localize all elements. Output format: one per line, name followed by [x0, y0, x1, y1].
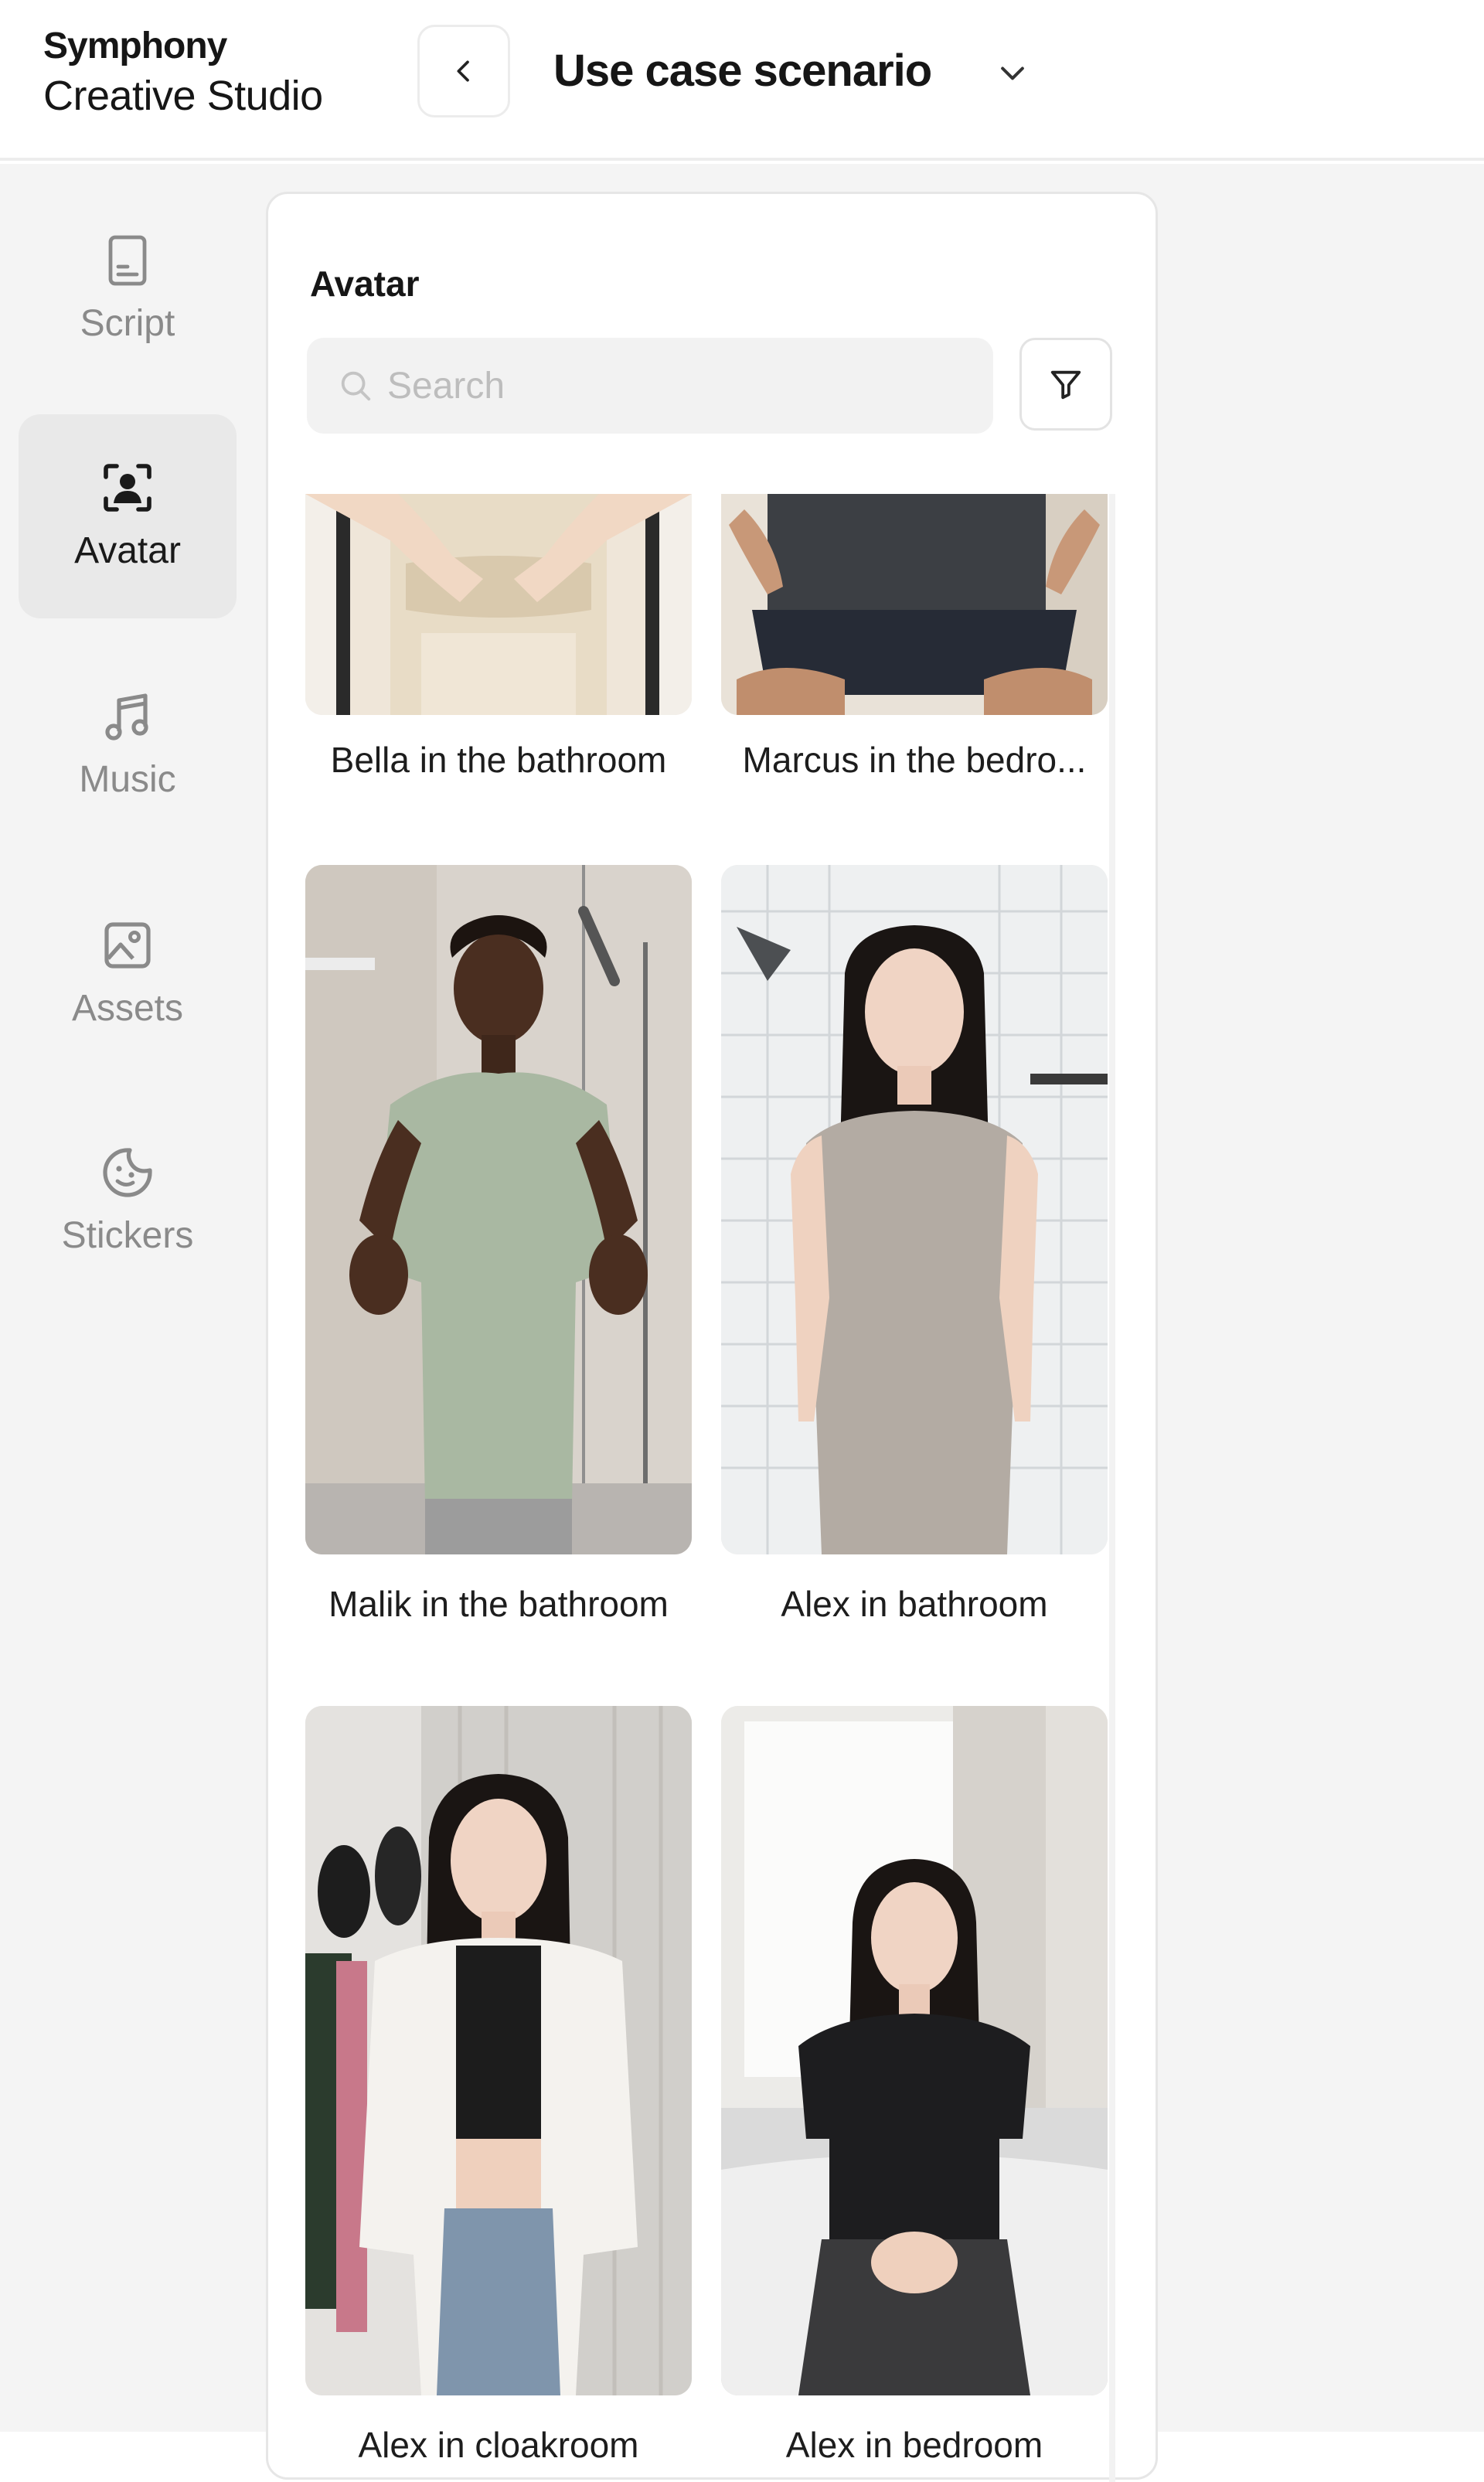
brand-subtitle: Creative Studio: [43, 73, 323, 119]
avatar-card-marcus-bedroom[interactable]: Marcus in the bedro...: [721, 494, 1108, 803]
filter-button[interactable]: [1019, 338, 1112, 431]
sidebar-item-label: Music: [79, 759, 176, 800]
avatar-thumbnail: [305, 865, 692, 1554]
avatar-card-malik-bathroom[interactable]: Malik in the bathroom: [305, 865, 692, 1638]
grid-scrollbar[interactable]: [1109, 494, 1115, 2482]
chevron-down-icon: [1001, 66, 1024, 80]
sidebar-nav: Script Avatar Music Assets Stickers: [0, 164, 255, 2432]
search-box[interactable]: [307, 338, 993, 434]
brand-name: Symphony: [43, 26, 227, 66]
scenario-dropdown-button[interactable]: [989, 49, 1036, 96]
panel-title: Avatar: [310, 264, 420, 304]
sidebar-item-script[interactable]: Script: [19, 187, 237, 391]
brand-logo: Symphony Creative Studio: [43, 22, 323, 121]
avatar-card-alex-bathroom[interactable]: Alex in bathroom: [721, 865, 1108, 1638]
avatar-panel: Avatar Search Bella in the bathroom Marc…: [266, 192, 1158, 2482]
avatar-label: Alex in cloakroom: [358, 2425, 639, 2465]
sidebar-item-label: Script: [80, 303, 175, 344]
avatar-label: Marcus in the bedro...: [742, 740, 1087, 780]
avatar-thumbnail: [721, 494, 1108, 715]
sidebar-item-stickers[interactable]: Stickers: [19, 1099, 237, 1303]
sticker-smile-icon: [100, 1145, 155, 1200]
avatar-label: Alex in bathroom: [781, 1584, 1048, 1624]
avatar-card-alex-bedroom[interactable]: Alex in bedroom: [721, 1706, 1108, 2479]
avatar-card-alex-cloakroom[interactable]: Alex in cloakroom: [305, 1706, 692, 2479]
filter-icon: [1050, 370, 1081, 400]
avatar-thumbnail: [305, 1706, 692, 2395]
search-input[interactable]: [387, 364, 975, 407]
avatar-thumbnail: [721, 1706, 1108, 2395]
sidebar-item-label: Avatar: [74, 530, 181, 571]
scenario-title[interactable]: Use case scenario: [553, 40, 932, 102]
avatar-label: Malik in the bathroom: [328, 1584, 669, 1624]
sidebar-item-assets[interactable]: Assets: [19, 872, 237, 1076]
sidebar-item-music[interactable]: Music: [19, 643, 237, 847]
top-header: Symphony Creative Studio Use case scenar…: [0, 0, 1484, 161]
workspace: Script Avatar Music Assets Stickers Avat…: [0, 164, 1484, 2482]
search-icon: [341, 371, 371, 401]
avatar-card-bella-bathroom[interactable]: Bella in the bathroom: [305, 494, 692, 803]
avatar-grid: Bella in the bathroom Marcus in the bedr…: [305, 494, 1109, 2482]
avatar-thumbnail: [305, 494, 692, 715]
chevron-left-icon: [457, 60, 469, 82]
document-icon: [100, 233, 155, 288]
sidebar-item-avatar[interactable]: Avatar: [19, 414, 237, 618]
image-icon: [100, 918, 155, 973]
music-note-icon: [100, 689, 155, 744]
avatar-label: Bella in the bathroom: [330, 740, 667, 780]
back-button[interactable]: [417, 25, 510, 117]
avatar-thumbnail: [721, 865, 1108, 1554]
avatar-label: Alex in bedroom: [785, 2425, 1043, 2465]
sidebar-item-label: Stickers: [61, 1215, 194, 1256]
avatar-focus-icon: [100, 460, 155, 516]
sidebar-item-label: Assets: [71, 988, 184, 1029]
